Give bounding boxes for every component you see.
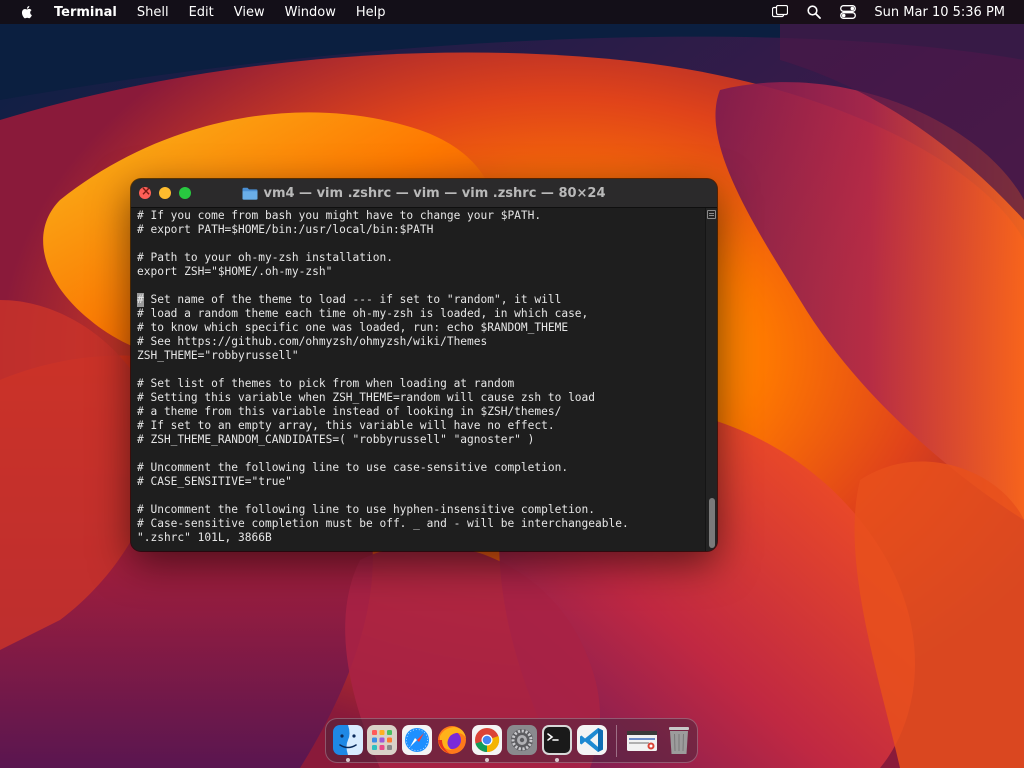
vertical-scrollbar[interactable] xyxy=(705,208,717,551)
finder-icon[interactable] xyxy=(332,724,364,756)
terminal-line: # CASE_SENSITIVE="true" xyxy=(137,475,629,489)
menu-shell[interactable]: Shell xyxy=(137,5,169,20)
system-settings-icon[interactable] xyxy=(506,724,538,756)
terminal-line-text: # See https://github.com/ohmyzsh/ohmyzsh… xyxy=(137,335,488,348)
terminal-line: ".zshrc" 101L, 3866B xyxy=(137,531,629,545)
downloads-stack-icon[interactable] xyxy=(626,724,658,756)
terminal-line: # a theme from this variable instead of … xyxy=(137,405,629,419)
safari-icon[interactable] xyxy=(401,724,433,756)
launchpad-icon[interactable] xyxy=(366,724,398,756)
terminal-line-text: # Set name of the theme to load --- if s… xyxy=(137,293,562,306)
terminal-line-text: # export PATH=$HOME/bin:/usr/local/bin:$… xyxy=(137,223,434,236)
vim-buffer: # If you come from bash you might have t… xyxy=(137,209,629,545)
folder-icon xyxy=(242,187,258,200)
terminal-line: ZSH_THEME="robbyrussell" xyxy=(137,349,629,363)
dock-separator xyxy=(616,725,617,757)
terminal-line: # If set to an empty array, this variabl… xyxy=(137,419,629,433)
terminal-line: # to know which specific one was loaded,… xyxy=(137,321,629,335)
terminal-line-text: ".zshrc" 101L, 3866B xyxy=(137,531,272,544)
firefox-icon[interactable] xyxy=(436,724,468,756)
window-title-text: vm4 — vim .zshrc — vim — vim .zshrc — 80… xyxy=(263,186,606,201)
terminal-line-text: # Uncomment the following line to use hy… xyxy=(137,503,596,516)
search-icon[interactable] xyxy=(806,4,822,20)
terminal-line-text: # Setting this variable when ZSH_THEME=r… xyxy=(137,391,596,404)
terminal-line-text: # a theme from this variable instead of … xyxy=(137,405,562,418)
terminal-text-area[interactable]: # If you come from bash you might have t… xyxy=(131,208,705,551)
scrollbar-thumb[interactable] xyxy=(709,498,715,548)
terminal-line: # See https://github.com/ohmyzsh/ohmyzsh… xyxy=(137,335,629,349)
terminal-line: export ZSH="$HOME/.oh-my-zsh" xyxy=(137,265,629,279)
terminal-window: vm4 — vim .zshrc — vim — vim .zshrc — 80… xyxy=(131,179,717,551)
terminal-line-text: export ZSH="$HOME/.oh-my-zsh" xyxy=(137,265,333,278)
terminal-line-text: # to know which specific one was loaded,… xyxy=(137,321,569,334)
running-indicator xyxy=(346,758,350,762)
terminal-line: # If you come from bash you might have t… xyxy=(137,209,629,223)
running-indicator xyxy=(555,758,559,762)
trash-icon[interactable] xyxy=(663,724,695,756)
terminal-line-text: # load a random theme each time oh-my-zs… xyxy=(137,307,589,320)
terminal-line: # ZSH_THEME_RANDOM_CANDIDATES=( "robbyru… xyxy=(137,433,629,447)
window-title-bar[interactable]: vm4 — vim .zshrc — vim — vim .zshrc — 80… xyxy=(131,179,717,208)
terminal-line-text: # Set list of themes to pick from when l… xyxy=(137,377,515,390)
vscode-icon[interactable] xyxy=(576,724,608,756)
running-indicator xyxy=(485,758,489,762)
window-title: vm4 — vim .zshrc — vim — vim .zshrc — 80… xyxy=(131,179,717,208)
menu-help[interactable]: Help xyxy=(356,5,386,20)
terminal-line-text: # Path to your oh-my-zsh installation. xyxy=(137,251,393,264)
terminal-line: # Uncomment the following line to use hy… xyxy=(137,503,629,517)
terminal-line: # load a random theme each time oh-my-zs… xyxy=(137,307,629,321)
terminal-line: # Set name of the theme to load --- if s… xyxy=(137,293,629,307)
terminal-line: # export PATH=$HOME/bin:/usr/local/bin:$… xyxy=(137,223,629,237)
apple-menu-icon[interactable] xyxy=(19,4,35,20)
desktop: Terminal Shell Edit View Window Help Sun… xyxy=(0,0,1024,768)
terminal-line-text: # Uncomment the following line to use ca… xyxy=(137,461,569,474)
terminal-icon[interactable] xyxy=(541,724,573,756)
menu-window[interactable]: Window xyxy=(285,5,336,20)
terminal-line: # Uncomment the following line to use ca… xyxy=(137,461,629,475)
terminal-line-text: # If you come from bash you might have t… xyxy=(137,209,542,222)
scroll-marks-icon[interactable] xyxy=(707,210,716,219)
menu-bar: Terminal Shell Edit View Window Help Sun… xyxy=(0,0,1024,24)
terminal-line-text: # ZSH_THEME_RANDOM_CANDIDATES=( "robbyru… xyxy=(137,433,535,446)
menu-view[interactable]: View xyxy=(234,5,265,20)
menu-bar-clock[interactable]: Sun Mar 10 5:36 PM xyxy=(874,5,1005,20)
terminal-line-text: # CASE_SENSITIVE="true" xyxy=(137,475,292,488)
control-center-icon[interactable] xyxy=(840,4,857,20)
terminal-line-text: # Case-sensitive completion must be off.… xyxy=(137,517,629,530)
menu-app-name[interactable]: Terminal xyxy=(54,5,117,20)
menu-edit[interactable]: Edit xyxy=(189,5,214,20)
screen-mirroring-icon[interactable] xyxy=(772,4,789,20)
terminal-line: # Path to your oh-my-zsh installation. xyxy=(137,251,629,265)
terminal-line: # Set list of themes to pick from when l… xyxy=(137,377,629,391)
terminal-line: # Setting this variable when ZSH_THEME=r… xyxy=(137,391,629,405)
terminal-line-text: # If set to an empty array, this variabl… xyxy=(137,419,555,432)
chrome-icon[interactable] xyxy=(471,724,503,756)
terminal-line-text: ZSH_THEME="robbyrussell" xyxy=(137,349,299,362)
dock xyxy=(325,718,698,763)
terminal-line: # Case-sensitive completion must be off.… xyxy=(137,517,629,531)
